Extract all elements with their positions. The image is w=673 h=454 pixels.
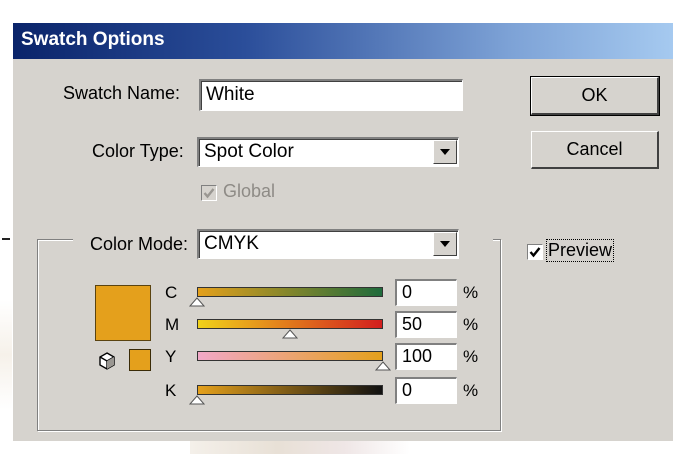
slider-track-y[interactable] [197,351,383,361]
value-input-y[interactable]: 100 [395,343,457,370]
color-mode-select[interactable]: CMYK [197,229,459,259]
cube-icon[interactable] [97,351,117,371]
slider-track-m[interactable] [197,319,383,329]
slider-label-k: K [165,381,177,400]
color-type-label: Color Type: [92,141,184,161]
check-icon [203,188,215,199]
preview-checkbox[interactable] [527,244,543,260]
chevron-down-icon [440,241,450,247]
slider-thumb-c[interactable] [189,297,205,307]
slider-track-k[interactable] [197,385,383,395]
gamut-color-chip[interactable] [129,349,151,371]
percent-unit-k: % [463,381,479,400]
global-checkbox[interactable] [201,185,217,201]
percent-unit-c: % [463,283,479,302]
slider-thumb-m[interactable] [282,329,298,339]
preview-label[interactable]: Preview [545,239,615,262]
check-icon [529,247,541,258]
slider-thumb-y[interactable] [375,361,391,371]
color-type-value: Spot Color [204,141,294,162]
cancel-button[interactable]: Cancel [531,131,659,169]
value-input-m[interactable]: 50 [395,311,457,338]
swatch-options-dialog: Swatch Options Swatch Name: White Color … [12,22,673,441]
swatch-name-input[interactable]: White [199,79,463,111]
color-swatch-preview [95,285,151,341]
dialog-title: Swatch Options [21,29,165,50]
slider-thumb-k[interactable] [189,395,205,405]
value-input-k[interactable]: 0 [395,377,457,404]
color-type-select[interactable]: Spot Color [197,137,459,167]
percent-unit-y: % [463,347,479,366]
slider-label-y: Y [165,347,177,366]
color-type-dropdown-button[interactable] [433,140,457,164]
swatch-name-label: Swatch Name: [63,83,181,103]
ok-button[interactable]: OK [530,76,660,116]
slider-label-c: C [165,283,178,302]
color-mode-dropdown-button[interactable] [433,232,457,256]
background-image-fragment [190,440,410,454]
title-bar[interactable]: Swatch Options [13,23,673,59]
percent-unit-m: % [463,315,479,334]
background-mark [2,238,10,240]
color-mode-label: Color Mode: [90,234,189,254]
chevron-down-icon [440,149,450,155]
value-input-c[interactable]: 0 [395,279,457,306]
slider-label-m: M [165,315,180,334]
color-mode-value: CMYK [204,233,259,254]
global-label: Global [223,181,276,201]
slider-track-c[interactable] [197,287,383,297]
